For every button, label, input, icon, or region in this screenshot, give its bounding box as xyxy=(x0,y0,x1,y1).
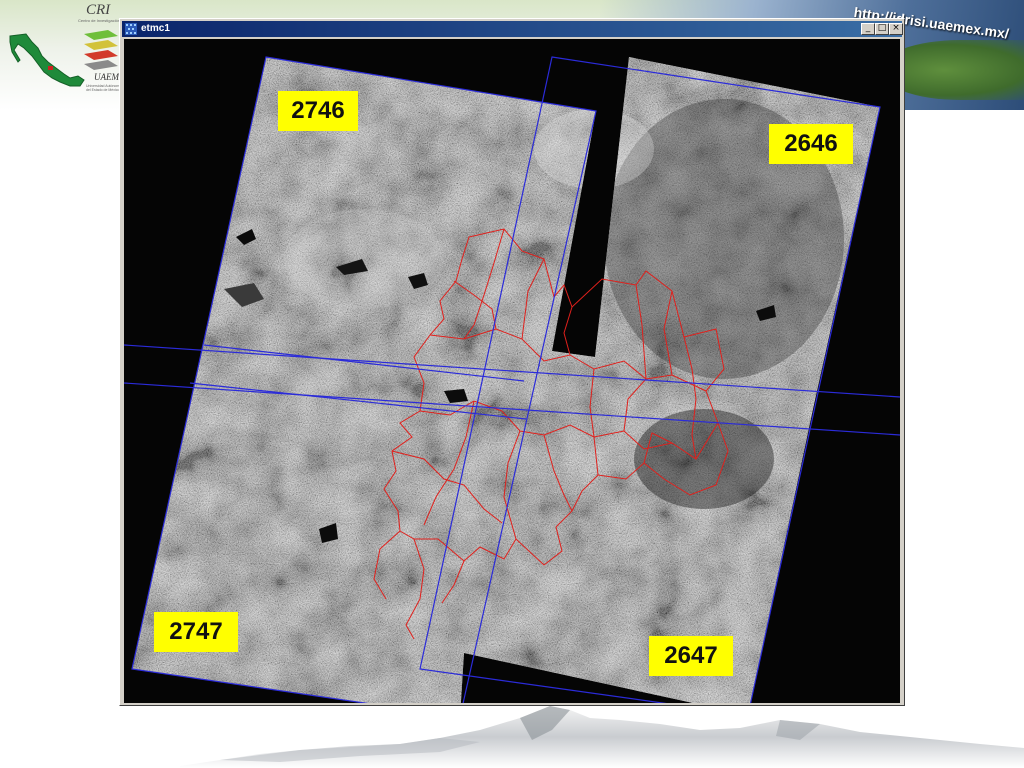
layers-icon xyxy=(84,30,118,70)
logo-subtitle: Centro de Investigación xyxy=(78,18,121,23)
app-icon[interactable] xyxy=(125,23,137,35)
close-button[interactable]: × xyxy=(889,23,903,35)
maximize-button[interactable]: □ xyxy=(875,23,889,35)
etmc1-window[interactable]: etmc1 _ □ × 2746 2646 2747 2647 xyxy=(119,18,905,706)
scene-label-2746: 2746 xyxy=(278,91,358,131)
minimize-button[interactable]: _ xyxy=(861,23,875,35)
mexico-map-icon xyxy=(9,33,85,87)
window-titlebar[interactable]: etmc1 _ □ × xyxy=(122,21,903,37)
scene-label-2647: 2647 xyxy=(649,636,733,676)
logo-title: CRI xyxy=(86,2,111,18)
scene-label-2646: 2646 xyxy=(769,124,853,164)
volcano-landscape-decoration xyxy=(180,706,1024,768)
scene-label-2747: 2747 xyxy=(154,612,238,652)
window-title: etmc1 xyxy=(141,23,170,34)
cri-uaem-logo: CRI Centro de Investigación UAEMex Unive… xyxy=(8,2,127,98)
satellite-image-canvas[interactable]: 2746 2646 2747 2647 xyxy=(124,39,900,703)
